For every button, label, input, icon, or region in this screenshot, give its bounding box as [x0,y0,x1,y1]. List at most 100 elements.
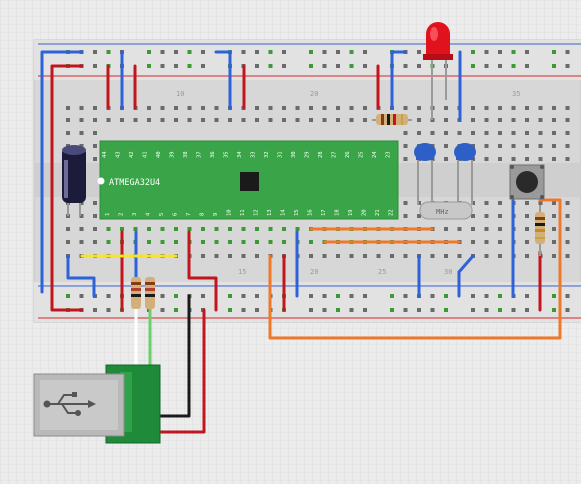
breadboard-hole[interactable] [214,240,219,244]
breadboard-hole[interactable] [120,118,124,122]
breadboard-hole[interactable] [525,308,529,312]
breadboard-hole[interactable] [295,227,300,231]
breadboard-hole[interactable] [93,106,97,110]
breadboard-hole[interactable] [66,294,70,298]
breadboard-hole[interactable] [174,227,178,231]
breadboard-hole[interactable] [187,118,192,122]
breadboard-hole[interactable] [160,240,165,244]
breadboard-hole[interactable] [471,118,475,122]
breadboard-hole[interactable] [565,308,570,312]
breadboard-hole[interactable] [255,118,259,122]
breadboard-hole[interactable] [430,254,435,258]
breadboard-hole[interactable] [255,294,259,298]
breadboard-hole[interactable] [106,308,111,312]
breadboard-hole[interactable] [552,201,556,205]
breadboard-hole[interactable] [552,308,556,312]
breadboard-hole[interactable] [79,227,84,231]
breadboard-hole[interactable] [187,106,192,110]
breadboard-hole[interactable] [79,240,84,244]
breadboard-hole[interactable] [201,254,205,258]
breadboard-hole[interactable] [282,118,286,122]
breadboard-hole[interactable] [147,227,151,231]
breadboard-hole[interactable] [147,64,151,68]
breadboard-hole[interactable] [552,144,556,148]
breadboard-hole[interactable] [309,240,313,244]
breadboard-hole[interactable] [66,131,70,135]
breadboard-hole[interactable] [309,64,313,68]
resistor[interactable] [131,277,141,309]
breadboard-hole[interactable] [511,50,516,54]
breadboard-hole[interactable] [417,106,421,110]
breadboard-hole[interactable] [484,64,489,68]
breadboard-hole[interactable] [201,294,205,298]
breadboard-hole[interactable] [565,118,570,122]
breadboard-hole[interactable] [390,254,394,258]
breadboard-hole[interactable] [363,294,367,298]
breadboard-hole[interactable] [160,227,165,231]
breadboard-hole[interactable] [484,144,489,148]
breadboard-hole[interactable] [525,227,529,231]
breadboard-hole[interactable] [525,157,529,161]
breadboard-hole[interactable] [390,308,394,312]
breadboard-hole[interactable] [214,227,219,231]
breadboard-hole[interactable] [93,157,97,161]
breadboard-hole[interactable] [525,294,529,298]
breadboard-hole[interactable] [417,131,421,135]
breadboard-hole[interactable] [484,294,489,298]
breadboard-hole[interactable] [376,254,381,258]
breadboard-hole[interactable] [363,118,367,122]
breadboard-hole[interactable] [187,50,192,54]
breadboard-hole[interactable] [93,64,97,68]
breadboard-hole[interactable] [471,106,475,110]
breadboard-hole[interactable] [336,50,340,54]
breadboard-hole[interactable] [403,64,408,68]
breadboard-hole[interactable] [295,118,300,122]
breadboard-hole[interactable] [93,50,97,54]
breadboard-hole[interactable] [93,214,97,218]
breadboard-hole[interactable] [565,201,570,205]
breadboard-hole[interactable] [565,254,570,258]
breadboard-hole[interactable] [309,118,313,122]
breadboard-hole[interactable] [106,50,111,54]
breadboard-hole[interactable] [403,201,408,205]
resistor[interactable] [145,277,155,309]
breadboard-hole[interactable] [174,294,178,298]
breadboard-hole[interactable] [322,118,327,122]
breadboard-hole[interactable] [552,131,556,135]
breadboard-hole[interactable] [201,106,205,110]
breadboard-hole[interactable] [444,254,448,258]
breadboard-hole[interactable] [174,50,178,54]
breadboard-hole[interactable] [498,144,502,148]
breadboard-hole[interactable] [147,240,151,244]
breadboard-hole[interactable] [241,294,246,298]
breadboard-hole[interactable] [282,227,286,231]
breadboard-hole[interactable] [471,227,475,231]
breadboard-hole[interactable] [538,144,543,148]
breadboard-hole[interactable] [498,294,502,298]
breadboard-hole[interactable] [228,254,232,258]
breadboard-hole[interactable] [79,131,84,135]
breadboard-hole[interactable] [471,64,475,68]
breadboard-hole[interactable] [228,227,232,231]
breadboard-hole[interactable] [174,106,178,110]
breadboard-hole[interactable] [133,227,138,231]
breadboard-hole[interactable] [93,201,97,205]
breadboard-hole[interactable] [241,50,246,54]
breadboard-hole[interactable] [201,50,205,54]
breadboard-hole[interactable] [268,240,273,244]
breadboard-hole[interactable] [363,308,367,312]
breadboard-hole[interactable] [336,254,340,258]
breadboard-hole[interactable] [511,64,516,68]
breadboard-hole[interactable] [93,240,97,244]
breadboard-hole[interactable] [552,106,556,110]
breadboard-hole[interactable] [363,50,367,54]
breadboard-hole[interactable] [552,118,556,122]
breadboard-hole[interactable] [484,254,489,258]
breadboard-hole[interactable] [336,106,340,110]
breadboard-hole[interactable] [511,308,516,312]
breadboard-hole[interactable] [417,308,421,312]
breadboard-hole[interactable] [160,106,165,110]
breadboard-hole[interactable] [525,118,529,122]
breadboard-hole[interactable] [255,240,259,244]
breadboard-hole[interactable] [160,118,165,122]
